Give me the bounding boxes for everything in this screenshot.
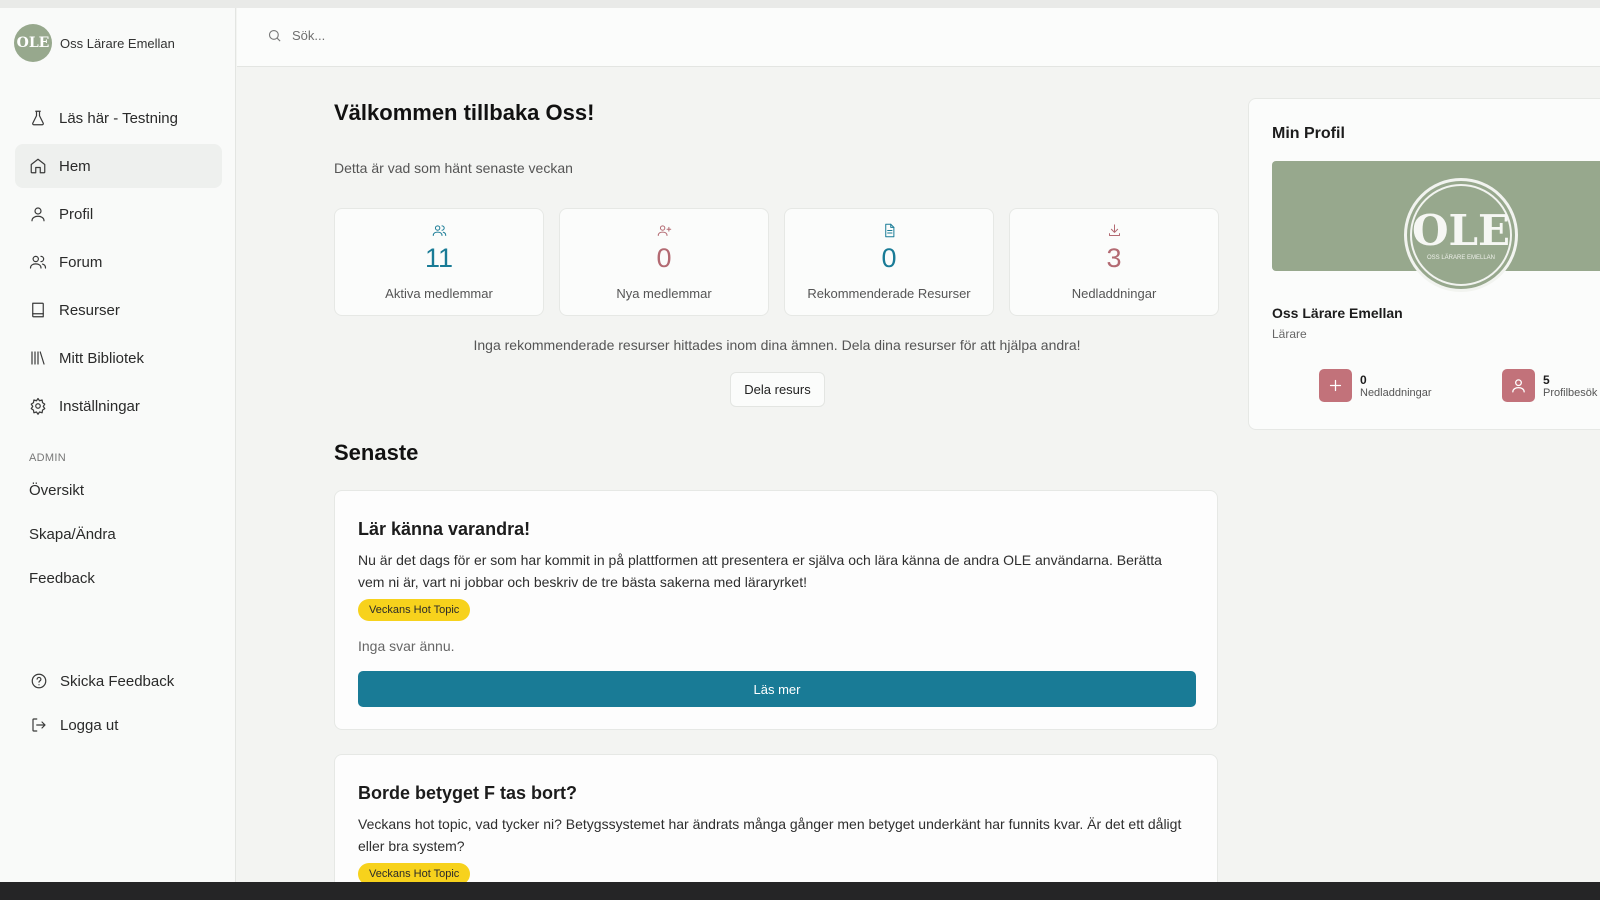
home-icon [30,158,46,174]
sidebar-item-testning[interactable]: Läs här - Testning [15,96,222,140]
brand-name: Oss Lärare Emellan [60,35,175,51]
sidebar-item-resurser[interactable]: Resurser [15,288,222,332]
admin-item-feedback[interactable]: Feedback [29,570,95,587]
stat-card-nya-medlemmar: 0 Nya medlemmar [559,208,769,316]
taskbar [0,882,1600,900]
stat-value: 0 [656,243,672,273]
brand[interactable]: OLE Oss Lärare Emellan [14,24,175,62]
sidebar-item-installningar[interactable]: Inställningar [15,384,222,428]
stat-value: 11 [424,243,454,273]
avatar-logo: OLE [1411,206,1511,255]
stat-card-aktiva-medlemmar: 11 Aktiva medlemmar [334,208,544,316]
profile-card-title: Min Profil [1272,125,1345,142]
users-icon [29,255,47,269]
admin-item-skapa-andra[interactable]: Skapa/Ändra [29,526,116,543]
logout-link[interactable]: Logga ut [30,716,118,734]
stat-label: Nya medlemmar [616,286,712,301]
window-top-edge [0,0,1600,8]
send-feedback-label: Skicka Feedback [60,672,175,690]
search-input[interactable] [292,28,592,43]
profile-name[interactable]: Oss Lärare Emellan [1272,305,1403,321]
sidebar-item-forum[interactable]: Forum [15,240,222,284]
profile-stat-visits: 5 Profilbesök [1502,369,1597,402]
sidebar-item-mitt-bibliotek[interactable]: Mitt Bibliotek [15,336,222,380]
read-more-button[interactable]: Läs mer [358,671,1196,707]
profile-stat-label: Profilbesök [1543,386,1598,399]
flask-icon [32,110,44,126]
stat-value: 0 [881,243,897,273]
share-resource-button[interactable]: Dela resurs [730,372,825,407]
post-body: Nu är det dags för er som har kommit in … [358,552,1162,590]
gear-icon [30,397,46,415]
brand-logo: OLE [14,24,52,62]
sidebar-item-label: Hem [59,157,91,175]
post-card: Lär känna varandra! Nu är det dags för e… [334,490,1218,730]
document-icon [884,223,894,238]
user-plus-icon [657,225,671,236]
search-box[interactable] [267,28,592,43]
stat-card-rekommenderade-resurser: 0 Rekommenderade Resurser [784,208,994,316]
sidebar-item-label: Inställningar [59,397,140,415]
sidebar-item-hem[interactable]: Hem [15,144,222,188]
sidebar-item-label: Forum [59,253,103,271]
profile-role: Lärare [1272,327,1307,341]
sidebar-item-label: Resurser [59,301,120,319]
post-title[interactable]: Borde betyget F tas bort? [358,783,577,804]
plus-icon [1319,369,1352,402]
stat-card-nedladdningar: 3 Nedladdningar [1009,208,1219,316]
sidebar: OLE Oss Lärare Emellan Läs här - Testnin… [0,8,236,882]
logout-icon [32,718,46,732]
stat-label: Nedladdningar [1071,286,1157,301]
help-circle-icon [31,673,47,689]
users-icon [432,225,446,236]
stat-label: Rekommenderade Resurser [807,286,971,301]
no-replies-text: Inga svar ännu. [358,638,455,654]
top-bar [237,8,1600,67]
send-feedback-link[interactable]: Skicka Feedback [30,672,174,690]
sidebar-item-label: Profil [59,205,94,223]
sidebar-item-label: Läs här - Testning [59,109,178,127]
post-body: Veckans hot topic, vad tycker ni? Betygs… [358,816,1182,854]
profile-stat-label: Nedladdningar [1360,386,1432,399]
logout-label: Logga ut [60,716,119,734]
stat-value: 3 [1106,243,1122,273]
post-card: Borde betyget F tas bort? Veckans hot to… [334,754,1218,900]
sidebar-item-profil[interactable]: Profil [15,192,222,236]
library-icon [31,351,45,365]
hot-topic-badge[interactable]: Veckans Hot Topic [358,599,471,621]
profile-stat-downloads: 0 Nedladdningar [1319,369,1432,402]
admin-item-oversikt[interactable]: Översikt [29,482,84,499]
search-icon [268,29,281,42]
post-title[interactable]: Lär känna varandra! [358,519,530,540]
avatar-logo-subtitle: OSS LÄRARE EMELLAN [1426,255,1496,261]
sidebar-nav: Läs här - Testning Hem Profil Forum Resu… [15,96,222,432]
sidebar-item-label: Mitt Bibliotek [59,349,145,367]
profile-stat-value: 0 [1360,372,1367,387]
no-recommendations-message: Inga rekommenderade resurser hittades in… [473,337,1081,353]
page-title: Välkommen tillbaka Oss! [334,100,595,125]
user-icon [1502,369,1535,402]
stat-label: Aktiva medlemmar [385,286,493,301]
page-subtitle: Detta är vad som hänt senaste veckan [334,160,573,176]
admin-section-label: ADMIN [29,452,66,464]
profile-stat-value: 5 [1543,372,1550,387]
latest-section-title: Senaste [334,440,419,465]
profile-avatar: OLE OSS LÄRARE EMELLAN [1404,178,1518,292]
download-icon [1108,224,1120,236]
user-icon [31,207,45,222]
book-icon [32,302,44,318]
